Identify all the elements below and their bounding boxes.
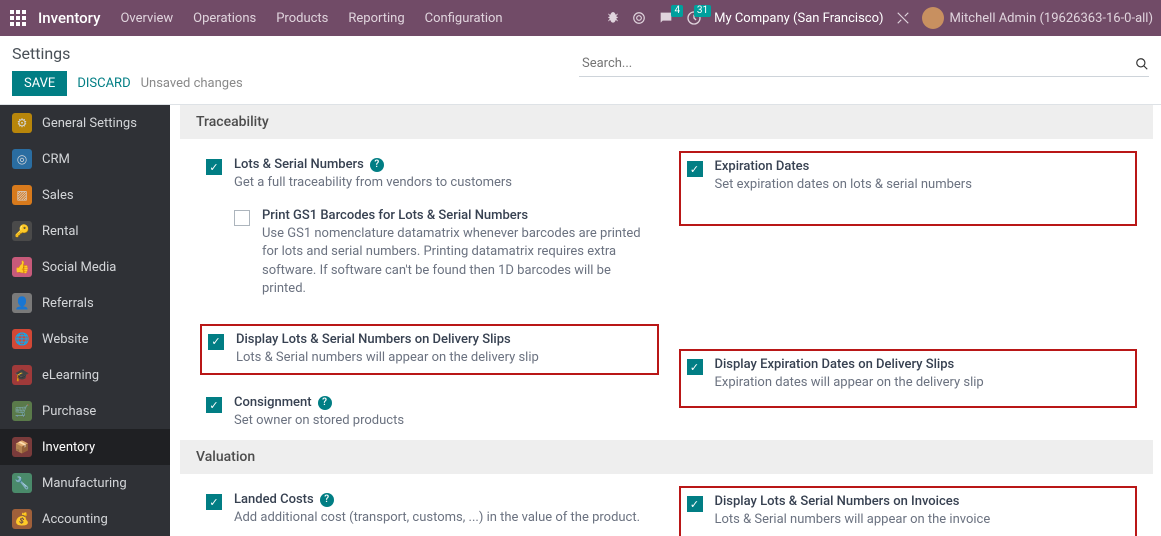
checkbox-lots-serial[interactable]: ✓ — [206, 159, 222, 175]
menu-overview[interactable]: Overview — [120, 11, 173, 26]
checkbox-consignment[interactable]: ✓ — [206, 397, 222, 413]
help-icon[interactable]: ? — [320, 493, 334, 507]
messages-icon[interactable]: 4 — [658, 10, 674, 26]
avatar — [922, 7, 944, 29]
consignment-desc: Set owner on stored products — [234, 412, 653, 430]
page-title: Settings — [12, 44, 243, 63]
sidebar-item-crm[interactable]: ◎CRM — [0, 141, 170, 177]
sidebar-item-purchase[interactable]: 🛒Purchase — [0, 393, 170, 429]
section-traceability: Traceability — [180, 105, 1153, 139]
setting-display-lots-slip: ✓ Display Lots & Serial Numbers on Deliv… — [200, 324, 659, 375]
landed-costs-label: Landed Costs — [234, 492, 314, 507]
save-button[interactable]: SAVE — [12, 71, 67, 96]
checkbox-landed-costs[interactable]: ✓ — [206, 494, 222, 510]
apps-icon[interactable] — [8, 8, 28, 28]
checkbox-display-lots-slip[interactable]: ✓ — [208, 334, 224, 350]
help-icon[interactable]: ? — [318, 396, 332, 410]
setting-expiration-dates: ✓ Expiration Dates Set expiration dates … — [679, 151, 1138, 226]
expiration-dates-desc: Set expiration dates on lots & serial nu… — [715, 176, 1130, 194]
search-input[interactable] — [579, 51, 1135, 76]
control-panel: Settings SAVE DISCARD Unsaved changes — [0, 36, 1161, 105]
setting-landed-costs: ✓ Landed Costs? Add additional cost (tra… — [200, 486, 659, 533]
lots-serial-desc: Get a full traceability from vendors to … — [234, 174, 653, 192]
company-selector[interactable]: My Company (San Francisco) — [714, 11, 883, 26]
lots-serial-label: Lots & Serial Numbers — [234, 157, 364, 172]
tools-icon[interactable] — [896, 11, 910, 25]
user-name: Mitchell Admin (19626363-16-0-all) — [950, 11, 1153, 26]
top-navbar: Inventory Overview Operations Products R… — [0, 0, 1161, 36]
gs1-desc: Use GS1 nomenclature datamatrix whenever… — [262, 225, 647, 298]
search-bar[interactable] — [579, 51, 1149, 77]
setting-exp-slip: ✓ Display Expiration Dates on Delivery S… — [679, 349, 1138, 408]
activities-icon[interactable]: 31 — [686, 10, 702, 26]
sidebar-item-rental[interactable]: 🔑Rental — [0, 213, 170, 249]
menu-products[interactable]: Products — [276, 11, 328, 26]
main-menu: Overview Operations Products Reporting C… — [120, 11, 522, 26]
sidebar-item-elearning[interactable]: 🎓eLearning — [0, 357, 170, 393]
messages-badge: 4 — [671, 5, 683, 17]
sidebar-item-social-media[interactable]: 👍Social Media — [0, 249, 170, 285]
expiration-dates-label: Expiration Dates — [715, 159, 810, 174]
user-menu[interactable]: Mitchell Admin (19626363-16-0-all) — [922, 7, 1153, 29]
exp-slip-label: Display Expiration Dates on Delivery Sli… — [715, 357, 955, 372]
section-valuation: Valuation — [180, 440, 1153, 474]
setting-consignment: ✓ Consignment? Set owner on stored produ… — [200, 389, 659, 436]
app-brand[interactable]: Inventory — [38, 9, 100, 27]
help-icon[interactable]: ? — [370, 158, 384, 172]
support-icon[interactable] — [632, 11, 646, 25]
checkbox-display-lots-invoice[interactable]: ✓ — [687, 496, 703, 512]
gs1-label: Print GS1 Barcodes for Lots & Serial Num… — [262, 208, 528, 223]
menu-operations[interactable]: Operations — [193, 11, 256, 26]
sidebar-item-website[interactable]: 🌐Website — [0, 321, 170, 357]
bug-icon[interactable] — [606, 11, 620, 25]
discard-button[interactable]: DISCARD — [77, 76, 130, 91]
menu-configuration[interactable]: Configuration — [425, 11, 503, 26]
activities-badge: 31 — [694, 5, 711, 17]
setting-lots-serial: ✓ Lots & Serial Numbers? Get a full trac… — [200, 151, 659, 310]
display-lots-invoice-label: Display Lots & Serial Numbers on Invoice… — [715, 494, 960, 509]
sidebar-item-referrals[interactable]: 👤Referrals — [0, 285, 170, 321]
consignment-label: Consignment — [234, 395, 312, 410]
search-icon[interactable] — [1135, 57, 1149, 71]
sidebar-item-manufacturing[interactable]: 🔧Manufacturing — [0, 465, 170, 501]
unsaved-indicator: Unsaved changes — [141, 76, 243, 91]
display-lots-slip-label: Display Lots & Serial Numbers on Deliver… — [236, 332, 511, 347]
checkbox-expiration-dates[interactable]: ✓ — [687, 161, 703, 177]
sidebar-item-general-settings[interactable]: ⚙General Settings — [0, 105, 170, 141]
settings-sidebar: ⚙General Settings ◎CRM ▨Sales 🔑Rental 👍S… — [0, 105, 170, 536]
settings-content: Traceability ✓ Lots & Serial Numbers? Ge… — [170, 105, 1161, 536]
sidebar-item-inventory[interactable]: 📦Inventory — [0, 429, 170, 465]
display-lots-slip-desc: Lots & Serial numbers will appear on the… — [236, 349, 651, 367]
landed-costs-desc: Add additional cost (transport, customs,… — [234, 509, 653, 527]
setting-display-lots-invoice: ✓ Display Lots & Serial Numbers on Invoi… — [679, 486, 1138, 536]
systray: 4 31 My Company (San Francisco) Mitchell… — [606, 7, 1153, 29]
checkbox-exp-slip[interactable]: ✓ — [687, 359, 703, 375]
menu-reporting[interactable]: Reporting — [348, 11, 404, 26]
display-lots-invoice-desc: Lots & Serial numbers will appear on the… — [715, 511, 1130, 529]
checkbox-gs1[interactable] — [234, 210, 250, 226]
sidebar-item-sales[interactable]: ▨Sales — [0, 177, 170, 213]
setting-gs1: Print GS1 Barcodes for Lots & Serial Num… — [234, 202, 653, 304]
exp-slip-desc: Expiration dates will appear on the deli… — [715, 374, 1130, 392]
